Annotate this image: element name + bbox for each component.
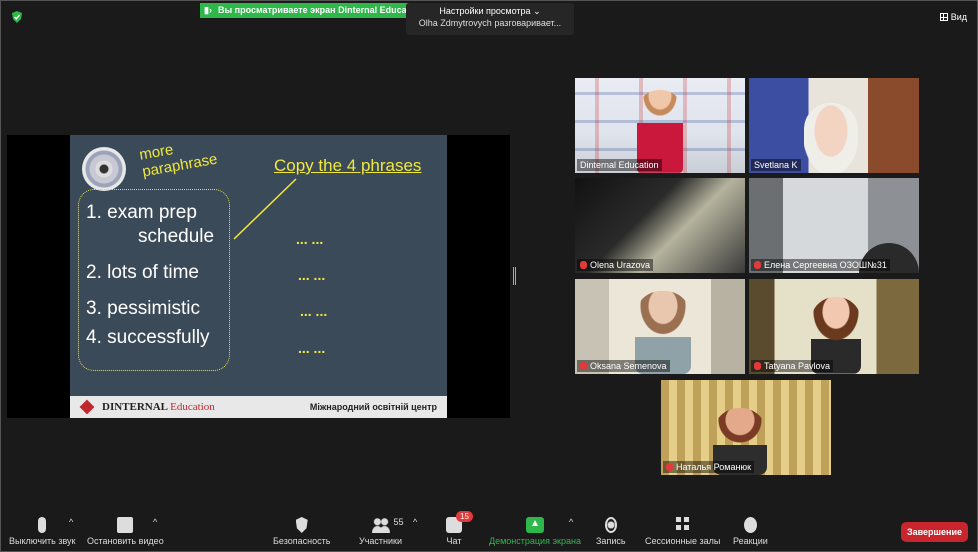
participants-count: 55 bbox=[393, 517, 404, 527]
mute-button[interactable]: Выключить звук bbox=[9, 517, 76, 546]
slide-footer-center: Міжнародний освітній центр bbox=[309, 402, 437, 412]
participants-button[interactable]: 55 Участники bbox=[359, 517, 404, 546]
panel-resize-handle[interactable] bbox=[513, 267, 516, 285]
participant-name: Tatyana Pavlova bbox=[751, 360, 834, 372]
zoom-window: ▮› Вы просматриваете экран Dinternal Educ… bbox=[0, 0, 978, 552]
slide-footer-brand: DINTERNAL Education bbox=[102, 401, 215, 413]
participants-button-label: Участники bbox=[359, 536, 402, 546]
chat-bubble-icon: 15 bbox=[446, 511, 473, 533]
record-icon bbox=[604, 517, 617, 533]
breakout-rooms-button[interactable]: Сессионные залы bbox=[645, 517, 720, 546]
participant-video bbox=[804, 103, 858, 173]
encryption-shield-icon[interactable] bbox=[11, 11, 23, 23]
microphone-icon bbox=[38, 517, 47, 533]
share-screen-icon bbox=[525, 517, 544, 533]
share-screen-button[interactable]: Демонстрация экрана bbox=[489, 517, 581, 546]
participant-name: Наталья Романюк bbox=[663, 461, 755, 473]
muted-mic-icon bbox=[754, 362, 761, 370]
video-tile-svetlana[interactable]: Svetlana K bbox=[749, 78, 919, 173]
slide-copy-instruction: Copy the 4 phrases bbox=[274, 156, 422, 175]
muted-mic-icon bbox=[580, 261, 587, 269]
slide-more-paraphrase: more paraphrase bbox=[138, 135, 219, 180]
presentation-slide: more paraphrase Copy the 4 phrases 1. ex… bbox=[70, 135, 447, 418]
chat-button-label: Чат bbox=[446, 536, 462, 546]
security-button-label: Безопасность bbox=[273, 536, 331, 546]
reactions-button-label: Реакции bbox=[733, 536, 768, 546]
participants-icon: 55 bbox=[371, 517, 404, 533]
video-tile-olena[interactable]: Olena Urazova bbox=[575, 178, 745, 273]
view-button-label: Вид bbox=[950, 12, 967, 22]
participant-name: Елена Сергеевна ОЗОШ№31 bbox=[751, 259, 890, 271]
participant-name: Oksana Semenova bbox=[577, 360, 670, 372]
active-speaker-status: Olha Zdmytrovych разговаривает... bbox=[418, 18, 562, 28]
grid-icon bbox=[939, 13, 948, 21]
breakout-rooms-button-label: Сессионные залы bbox=[645, 536, 721, 546]
muted-mic-icon bbox=[754, 261, 761, 269]
slide-item-3: 3. pessimistic bbox=[86, 298, 201, 319]
slide-blank-3: ... ... bbox=[300, 303, 328, 319]
video-tile-dinternal[interactable]: Dinternal Education bbox=[575, 78, 745, 173]
video-options-caret[interactable]: ^ bbox=[153, 517, 157, 527]
participant-name: Olena Urazova bbox=[577, 259, 654, 271]
breakout-rooms-icon bbox=[676, 517, 690, 533]
slide-item-1: 1. exam prep bbox=[86, 202, 197, 223]
participant-name: Svetlana K bbox=[751, 159, 801, 171]
slide-footer: DINTERNAL Education Міжнародний освітній… bbox=[70, 396, 447, 418]
video-tile-natalya[interactable]: Наталья Романюк bbox=[661, 380, 831, 475]
end-meeting-button[interactable]: Завершение bbox=[901, 522, 968, 542]
view-options-menu[interactable]: Настройки просмотра ⌄ Olha Zdmytrovych р… bbox=[406, 3, 574, 35]
record-button[interactable]: Запись bbox=[596, 517, 626, 546]
slide-blank-1: ... ... bbox=[296, 231, 324, 247]
video-tile-tatyana[interactable]: Tatyana Pavlova bbox=[749, 279, 919, 374]
dinternal-logo-icon bbox=[79, 399, 95, 415]
chevron-down-icon: ⌄ bbox=[533, 6, 541, 16]
slide-pointer-line bbox=[233, 178, 297, 240]
shared-screen[interactable]: more paraphrase Copy the 4 phrases 1. ex… bbox=[7, 135, 510, 418]
view-options-title: Настройки просмотра bbox=[439, 6, 531, 16]
muted-mic-icon bbox=[580, 362, 587, 370]
mute-options-caret[interactable]: ^ bbox=[69, 517, 73, 527]
security-button[interactable]: Безопасность bbox=[273, 517, 330, 546]
muted-mic-icon bbox=[666, 463, 673, 471]
slide-item-1-cont: schedule bbox=[138, 226, 215, 247]
screen-share-banner-text: Вы просматриваете экран Dinternal Educat… bbox=[217, 5, 412, 15]
reactions-smiley-icon bbox=[743, 517, 757, 533]
screen-share-banner: ▮› Вы просматриваете экран Dinternal Educ… bbox=[200, 3, 412, 18]
slide-blank-2: ... ... bbox=[298, 267, 326, 283]
reactions-button[interactable]: Реакции bbox=[733, 517, 768, 546]
slide-item-2: 2. lots of time bbox=[86, 262, 199, 283]
speaker-icon: ▮› bbox=[204, 5, 212, 15]
video-camera-icon bbox=[117, 517, 134, 533]
share-screen-button-label: Демонстрация экрана bbox=[489, 536, 581, 546]
chat-button[interactable]: 15 Чат bbox=[446, 511, 473, 546]
slide-blank-4: ... ... bbox=[298, 340, 326, 356]
record-button-label: Запись bbox=[596, 536, 626, 546]
chat-unread-badge: 15 bbox=[456, 511, 473, 522]
mute-button-label: Выключить звук bbox=[9, 536, 76, 546]
participant-name: Dinternal Education bbox=[577, 159, 662, 171]
participants-options-caret[interactable]: ^ bbox=[413, 517, 417, 527]
stop-video-button-label: Остановить видео bbox=[87, 536, 164, 546]
meeting-toolbar: Выключить звук ^ Остановить видео ^ Безо… bbox=[1, 509, 977, 551]
video-tile-elena[interactable]: Елена Сергеевна ОЗОШ№31 bbox=[749, 178, 919, 273]
slide-item-4: 4. successfully bbox=[86, 327, 210, 348]
share-options-caret[interactable]: ^ bbox=[569, 517, 573, 527]
view-button[interactable]: Вид bbox=[939, 12, 967, 22]
video-tile-oksana[interactable]: Oksana Semenova bbox=[575, 279, 745, 374]
security-shield-icon bbox=[295, 517, 308, 533]
cd-disc-icon bbox=[82, 147, 126, 191]
